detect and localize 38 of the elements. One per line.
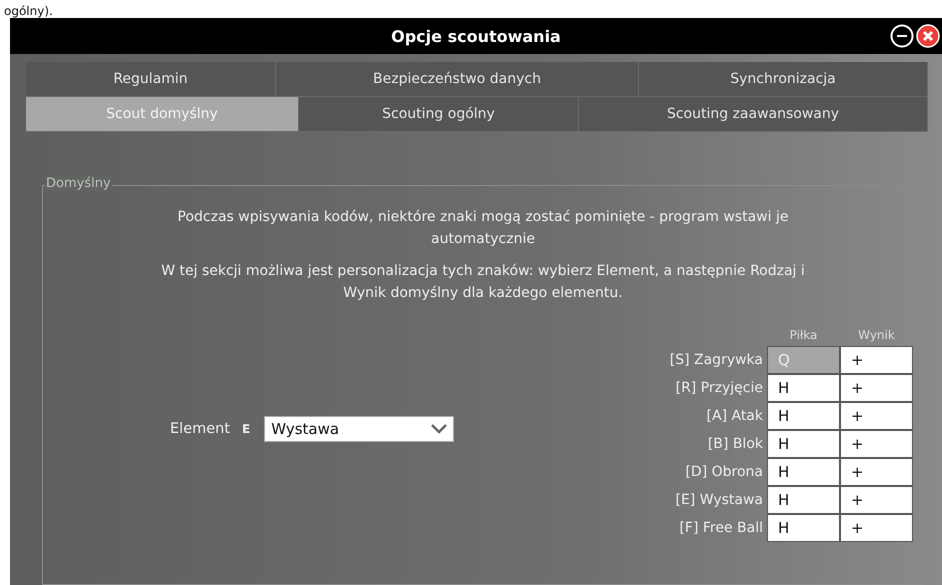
table-cell[interactable]: + — [840, 374, 913, 402]
description-text: Podczas wpisywania kodów, niektóre znaki mogą zostać pominięte - program wstawi je automatycznie — [176, 208, 790, 249]
column-header: Wynik — [857, 328, 896, 344]
table-cell[interactable]: H — [767, 430, 840, 458]
description-text: W tej sekcji możliwa jest personalizacja tych znaków: wybierz Element, a następnie Rodzaj i Wynik domyślny dla każdego elementu. — [160, 262, 806, 303]
group-legend: Domyślny — [45, 176, 112, 191]
table-cell[interactable]: + — [840, 486, 913, 514]
tab[interactable]: Regulamin — [26, 62, 276, 97]
tab[interactable]: Scouting ogólny — [299, 97, 579, 132]
table-cell[interactable]: H — [767, 486, 840, 514]
table-cell[interactable]: H — [767, 402, 840, 430]
shortcut-key: E — [242, 422, 250, 436]
row-label: [R] Przyjęcie — [674, 379, 764, 398]
tab[interactable]: Bezpieczeństwo danych — [276, 62, 639, 97]
table-cell[interactable]: + — [840, 346, 913, 374]
table-cell[interactable]: + — [840, 514, 913, 542]
table-cell[interactable]: H — [767, 458, 840, 486]
row-label: [S] Zagrywka — [670, 351, 764, 370]
page-text: ogólny). — [4, 3, 53, 20]
tab[interactable]: Scouting zaawansowany — [579, 97, 928, 132]
row-label: [E] Wystawa — [674, 491, 764, 510]
minimize-icon[interactable] — [890, 24, 914, 48]
table-cell[interactable]: + — [840, 458, 913, 486]
tab[interactable]: Synchronizacja — [639, 62, 928, 97]
row-label: [A] Atak — [706, 407, 764, 426]
table-cell[interactable]: + — [840, 430, 913, 458]
row-label: [B] Blok — [706, 435, 764, 454]
table-cell[interactable]: H — [767, 514, 840, 542]
table-cell[interactable]: + — [840, 402, 913, 430]
table-cell[interactable]: H — [767, 374, 840, 402]
element-dropdown[interactable]: Wystawa — [264, 416, 454, 442]
chevron-down-icon — [431, 424, 448, 434]
element-label: Element — [170, 421, 230, 437]
window-title: Opcje scoutowania — [391, 26, 561, 46]
row-label: [D] Obrona — [684, 463, 764, 482]
row-label: [F] Free Ball — [678, 519, 764, 538]
close-icon[interactable] — [916, 24, 940, 48]
column-header: Piłka — [788, 328, 818, 344]
